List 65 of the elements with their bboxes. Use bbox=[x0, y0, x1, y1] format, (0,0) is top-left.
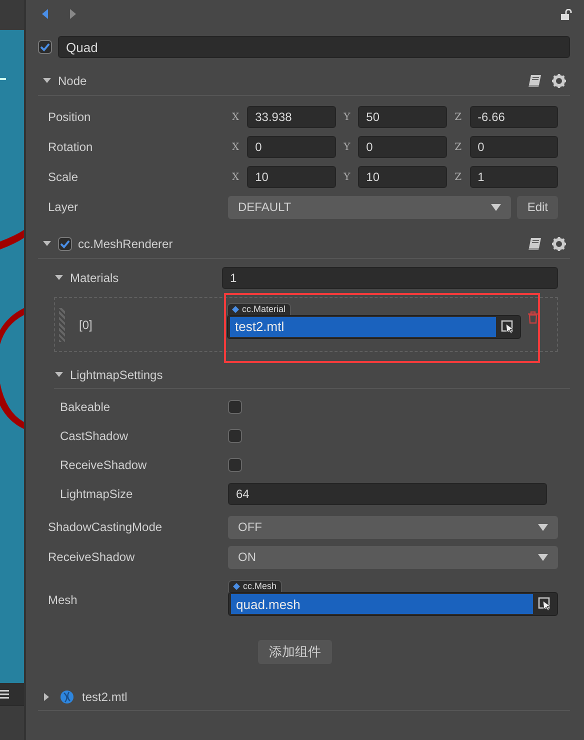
axis-label: Z bbox=[454, 142, 462, 152]
caret-icon bbox=[491, 204, 502, 210]
property-label: CastShadow bbox=[60, 428, 130, 442]
type-label: cc.Material bbox=[242, 304, 286, 314]
asset-name[interactable]: test2.mtl bbox=[82, 690, 128, 704]
back-arrow-icon[interactable] bbox=[41, 8, 49, 20]
axis-label: Y bbox=[344, 172, 350, 182]
drag-handle[interactable] bbox=[59, 308, 65, 342]
checkbox[interactable] bbox=[38, 40, 52, 54]
axis-label: Y bbox=[344, 112, 350, 122]
caret-icon bbox=[538, 524, 548, 530]
dropdown[interactable]: OFF bbox=[228, 516, 558, 538]
section-title: cc.MeshRenderer bbox=[78, 237, 173, 251]
section-title: Node bbox=[58, 74, 87, 88]
number-field[interactable]: -6.66 bbox=[470, 106, 558, 128]
number-field[interactable]: 10 bbox=[247, 166, 336, 188]
axis-label: X bbox=[232, 172, 240, 182]
number-field[interactable]: 33.938 bbox=[247, 106, 336, 128]
sphere-icon bbox=[60, 690, 74, 704]
property-label: ReceiveShadow bbox=[48, 550, 136, 564]
settings-icon[interactable] bbox=[552, 74, 566, 88]
group-label: LightmapSettings bbox=[70, 368, 163, 382]
count-field[interactable]: 1 bbox=[222, 267, 558, 289]
property-label: Rotation bbox=[48, 140, 94, 154]
dropdown[interactable]: ON bbox=[228, 546, 558, 568]
edit-button[interactable]: Edit bbox=[517, 196, 558, 218]
axis-label: X bbox=[232, 142, 240, 152]
property-label: Scale bbox=[48, 170, 80, 184]
unlock-icon[interactable] bbox=[561, 8, 572, 20]
caret-icon bbox=[538, 554, 548, 560]
number-field[interactable]: 10 bbox=[358, 166, 447, 188]
index-label: [0] bbox=[78, 318, 94, 332]
property-label: Materials bbox=[70, 271, 119, 285]
property-label: Layer bbox=[48, 200, 80, 214]
checkbox[interactable] bbox=[228, 458, 242, 472]
number-field[interactable]: 1 bbox=[470, 166, 558, 188]
axis-label: Y bbox=[344, 142, 350, 152]
property-label: LightmapSize bbox=[60, 486, 134, 500]
node-name-field[interactable]: Quad bbox=[58, 36, 570, 58]
axis-label: X bbox=[232, 112, 240, 122]
checkbox[interactable] bbox=[228, 400, 242, 414]
dropdown[interactable]: DEFAULT bbox=[228, 196, 512, 218]
settings-icon[interactable] bbox=[552, 237, 566, 251]
number-field[interactable]: 0 bbox=[358, 136, 447, 158]
property-label: ShadowCastingMode bbox=[48, 520, 164, 534]
number-field[interactable]: 0 bbox=[247, 136, 336, 158]
checkbox[interactable] bbox=[58, 237, 72, 251]
book-icon[interactable] bbox=[528, 74, 542, 88]
axis-label: Z bbox=[454, 172, 462, 182]
number-field[interactable]: 50 bbox=[358, 106, 447, 128]
property-label: Position bbox=[48, 110, 92, 124]
add-component-button[interactable]: 添加组件 bbox=[258, 640, 332, 664]
diamond-icon bbox=[233, 583, 240, 590]
property-label: Mesh bbox=[48, 592, 78, 607]
book-icon[interactable] bbox=[528, 237, 542, 251]
forward-arrow-icon[interactable] bbox=[69, 8, 77, 20]
type-label: cc.Mesh bbox=[243, 581, 277, 592]
diamond-icon bbox=[232, 306, 239, 312]
checkbox[interactable] bbox=[228, 428, 242, 442]
number-field[interactable]: 64 bbox=[228, 482, 547, 504]
property-label: ReceiveShadow bbox=[60, 458, 148, 472]
property-label: Bakeable bbox=[60, 400, 112, 414]
number-field[interactable]: 0 bbox=[470, 136, 558, 158]
axis-label: Z bbox=[454, 112, 462, 122]
menu-icon[interactable] bbox=[0, 689, 9, 699]
